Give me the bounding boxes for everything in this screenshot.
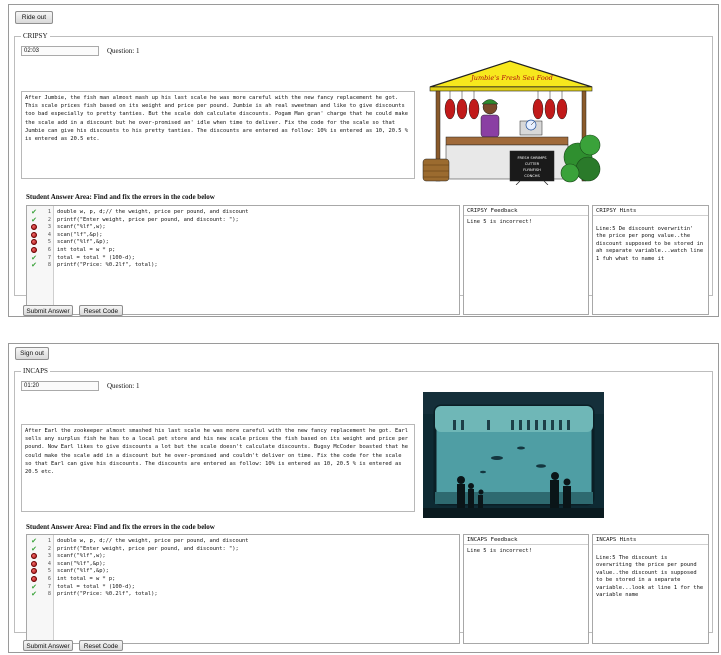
reset-code-button[interactable]: Reset Code bbox=[79, 305, 123, 316]
error-dot-icon bbox=[30, 560, 38, 568]
line-number: 8 bbox=[47, 262, 51, 269]
fish-stall-svg: Jumbie's Fresh Sea Food FRESH SHRIMPS CU… bbox=[420, 59, 603, 185]
error-dot-icon bbox=[30, 247, 38, 254]
code-line[interactable]: total = total * (100-d); bbox=[57, 584, 135, 591]
submit-answer-button[interactable]: Submit Answer bbox=[23, 305, 73, 316]
error-dot-icon bbox=[30, 224, 38, 231]
code-line[interactable]: double w, p, d;// the weight, price per … bbox=[57, 538, 248, 545]
question-text: After Jumbie, the fish man almost mash u… bbox=[21, 91, 415, 179]
code-line[interactable]: printf("Enter weight, price per pound, a… bbox=[57, 217, 239, 224]
line-number: 1 bbox=[47, 209, 51, 215]
code-line[interactable]: scan("lf",&p); bbox=[57, 232, 102, 239]
stall-sign-text: Jumbie's Fresh Sea Food bbox=[469, 74, 553, 82]
code-line[interactable]: scanf("%lf",w); bbox=[57, 553, 106, 560]
answer-area-label: Student Answer Area: Find and fix the er… bbox=[26, 523, 215, 531]
code-line[interactable]: scanf("%lf",&p); bbox=[57, 568, 109, 575]
svg-text:FLYINFISH: FLYINFISH bbox=[523, 168, 541, 172]
error-dot-icon bbox=[30, 576, 38, 583]
code-line[interactable]: scanf("%lf",w); bbox=[57, 224, 106, 231]
hanging-fish-right bbox=[532, 91, 568, 120]
stall-counter bbox=[445, 136, 569, 146]
line-number: 6 bbox=[47, 576, 51, 582]
svg-text:CONCHS: CONCHS bbox=[524, 174, 540, 178]
price-board: FRESH SHRIMPS CUTTER FLYINFISH CONCHS bbox=[509, 150, 555, 185]
reset-code-button[interactable]: Reset Code bbox=[79, 640, 123, 651]
question-fieldset: INCAPS 01:20 Question: 1 After Earl the … bbox=[14, 367, 713, 644]
line-number: 4 bbox=[47, 560, 51, 567]
hints-title: INCAPS Hints bbox=[593, 535, 708, 545]
feedback-box: INCAPS Feedback Line 5 is incorrect! bbox=[463, 534, 589, 644]
timer-field: 01:20 bbox=[21, 381, 99, 391]
code-editor[interactable]: ✔ 1 double w, p, d;// the weight, price pe… bbox=[26, 534, 460, 644]
question-label: Question: 1 bbox=[107, 382, 140, 390]
svg-text:FRESH SHRIMPS: FRESH SHRIMPS bbox=[517, 156, 547, 160]
fieldset-legend: CRIPSY bbox=[21, 32, 50, 41]
line-number: 6 bbox=[47, 247, 51, 253]
timer-field: 02:03 bbox=[21, 46, 99, 56]
ride-out-button[interactable]: Ride out bbox=[15, 11, 53, 24]
line-number: 2 bbox=[47, 545, 51, 552]
error-dot-icon bbox=[30, 239, 38, 246]
check-mark-icon: ✔ bbox=[31, 215, 37, 224]
submit-answer-button[interactable]: Submit Answer bbox=[23, 640, 73, 651]
line-number: 4 bbox=[47, 231, 51, 238]
line-number: 5 bbox=[47, 568, 51, 575]
aquarium-illustration bbox=[423, 392, 604, 518]
check-mark-icon: ✔ bbox=[31, 544, 37, 553]
hints-title: CRIPSY Hints bbox=[593, 206, 708, 216]
question-label: Question: 1 bbox=[107, 47, 140, 55]
feedback-text: Line 5 is incorrect! bbox=[467, 219, 532, 225]
error-dot-icon bbox=[30, 231, 38, 239]
incaps-panel: Sign out INCAPS 01:20 Question: 1 After … bbox=[8, 343, 719, 653]
code-line[interactable]: printf("Enter weight, price per pound, a… bbox=[57, 546, 239, 553]
line-number: 7 bbox=[47, 583, 51, 590]
code-line[interactable]: double w, p, d;// the weight, price per … bbox=[57, 209, 248, 216]
code-line[interactable]: total = total * (100-d); bbox=[57, 255, 135, 262]
line-number: 7 bbox=[47, 254, 51, 261]
line-number: 8 bbox=[47, 591, 51, 598]
question-fieldset: CRIPSY 02:03 Question: 1 After Jumbie, t… bbox=[14, 32, 713, 315]
feedback-title: INCAPS Feedback bbox=[464, 535, 588, 545]
hints-text: Line:5 The discount is overwriting the p… bbox=[596, 555, 704, 599]
fish-stall-illustration: Jumbie's Fresh Sea Food FRESH SHRIMPS CU… bbox=[420, 59, 603, 185]
check-mark-icon: ✔ bbox=[31, 208, 37, 216]
check-mark-icon: ✔ bbox=[31, 590, 37, 599]
line-number: 3 bbox=[47, 224, 51, 231]
code-line[interactable]: printf("Price: %0.2lf", total); bbox=[57, 591, 158, 598]
line-number: 2 bbox=[47, 216, 51, 223]
answer-area-label: Student Answer Area: Find and fix the er… bbox=[26, 193, 215, 201]
hints-text: Line:5 De discount overwritin' the price… bbox=[596, 226, 704, 262]
fieldset-legend: INCAPS bbox=[21, 367, 50, 376]
feedback-text: Line 5 is incorrect! bbox=[467, 548, 532, 554]
feedback-box: CRIPSY Feedback Line 5 is incorrect! bbox=[463, 205, 589, 315]
error-dot-icon bbox=[30, 568, 38, 575]
hints-box: INCAPS Hints Line:5 The discount is over… bbox=[592, 534, 709, 644]
check-mark-icon: ✔ bbox=[31, 261, 37, 270]
feedback-title: CRIPSY Feedback bbox=[464, 206, 588, 216]
cripsy-panel: Ride out CRIPSY 02:03 Question: 1 After … bbox=[8, 4, 719, 317]
code-line[interactable]: printf("Price: %0.2lf", total); bbox=[57, 262, 158, 269]
svg-text:CUTTER: CUTTER bbox=[525, 162, 540, 166]
code-editor[interactable]: ✔ 1 double w, p, d;// the weight, price pe… bbox=[26, 205, 460, 315]
basket bbox=[422, 158, 450, 182]
line-number: 1 bbox=[47, 538, 51, 544]
question-text: After Earl the zookeeper almost smashed … bbox=[21, 424, 415, 512]
error-dot-icon bbox=[30, 553, 38, 560]
hints-box: CRIPSY Hints Line:5 De discount overwrit… bbox=[592, 205, 709, 315]
code-line[interactable]: scanf("%lf",&p); bbox=[57, 239, 109, 246]
sign-out-button[interactable]: Sign out bbox=[15, 347, 49, 360]
vendor-figure bbox=[480, 99, 500, 138]
check-mark-icon: ✔ bbox=[31, 537, 37, 545]
line-number: 3 bbox=[47, 553, 51, 560]
line-number: 5 bbox=[47, 239, 51, 246]
weighing-scale bbox=[519, 119, 543, 136]
code-line[interactable]: scan("%lf",&p); bbox=[57, 561, 106, 568]
hanging-fish-left bbox=[444, 91, 480, 120]
code-line[interactable]: int total = w * p; bbox=[57, 247, 115, 254]
aquarium-svg bbox=[423, 392, 604, 518]
code-line[interactable]: int total = w * p; bbox=[57, 576, 115, 583]
